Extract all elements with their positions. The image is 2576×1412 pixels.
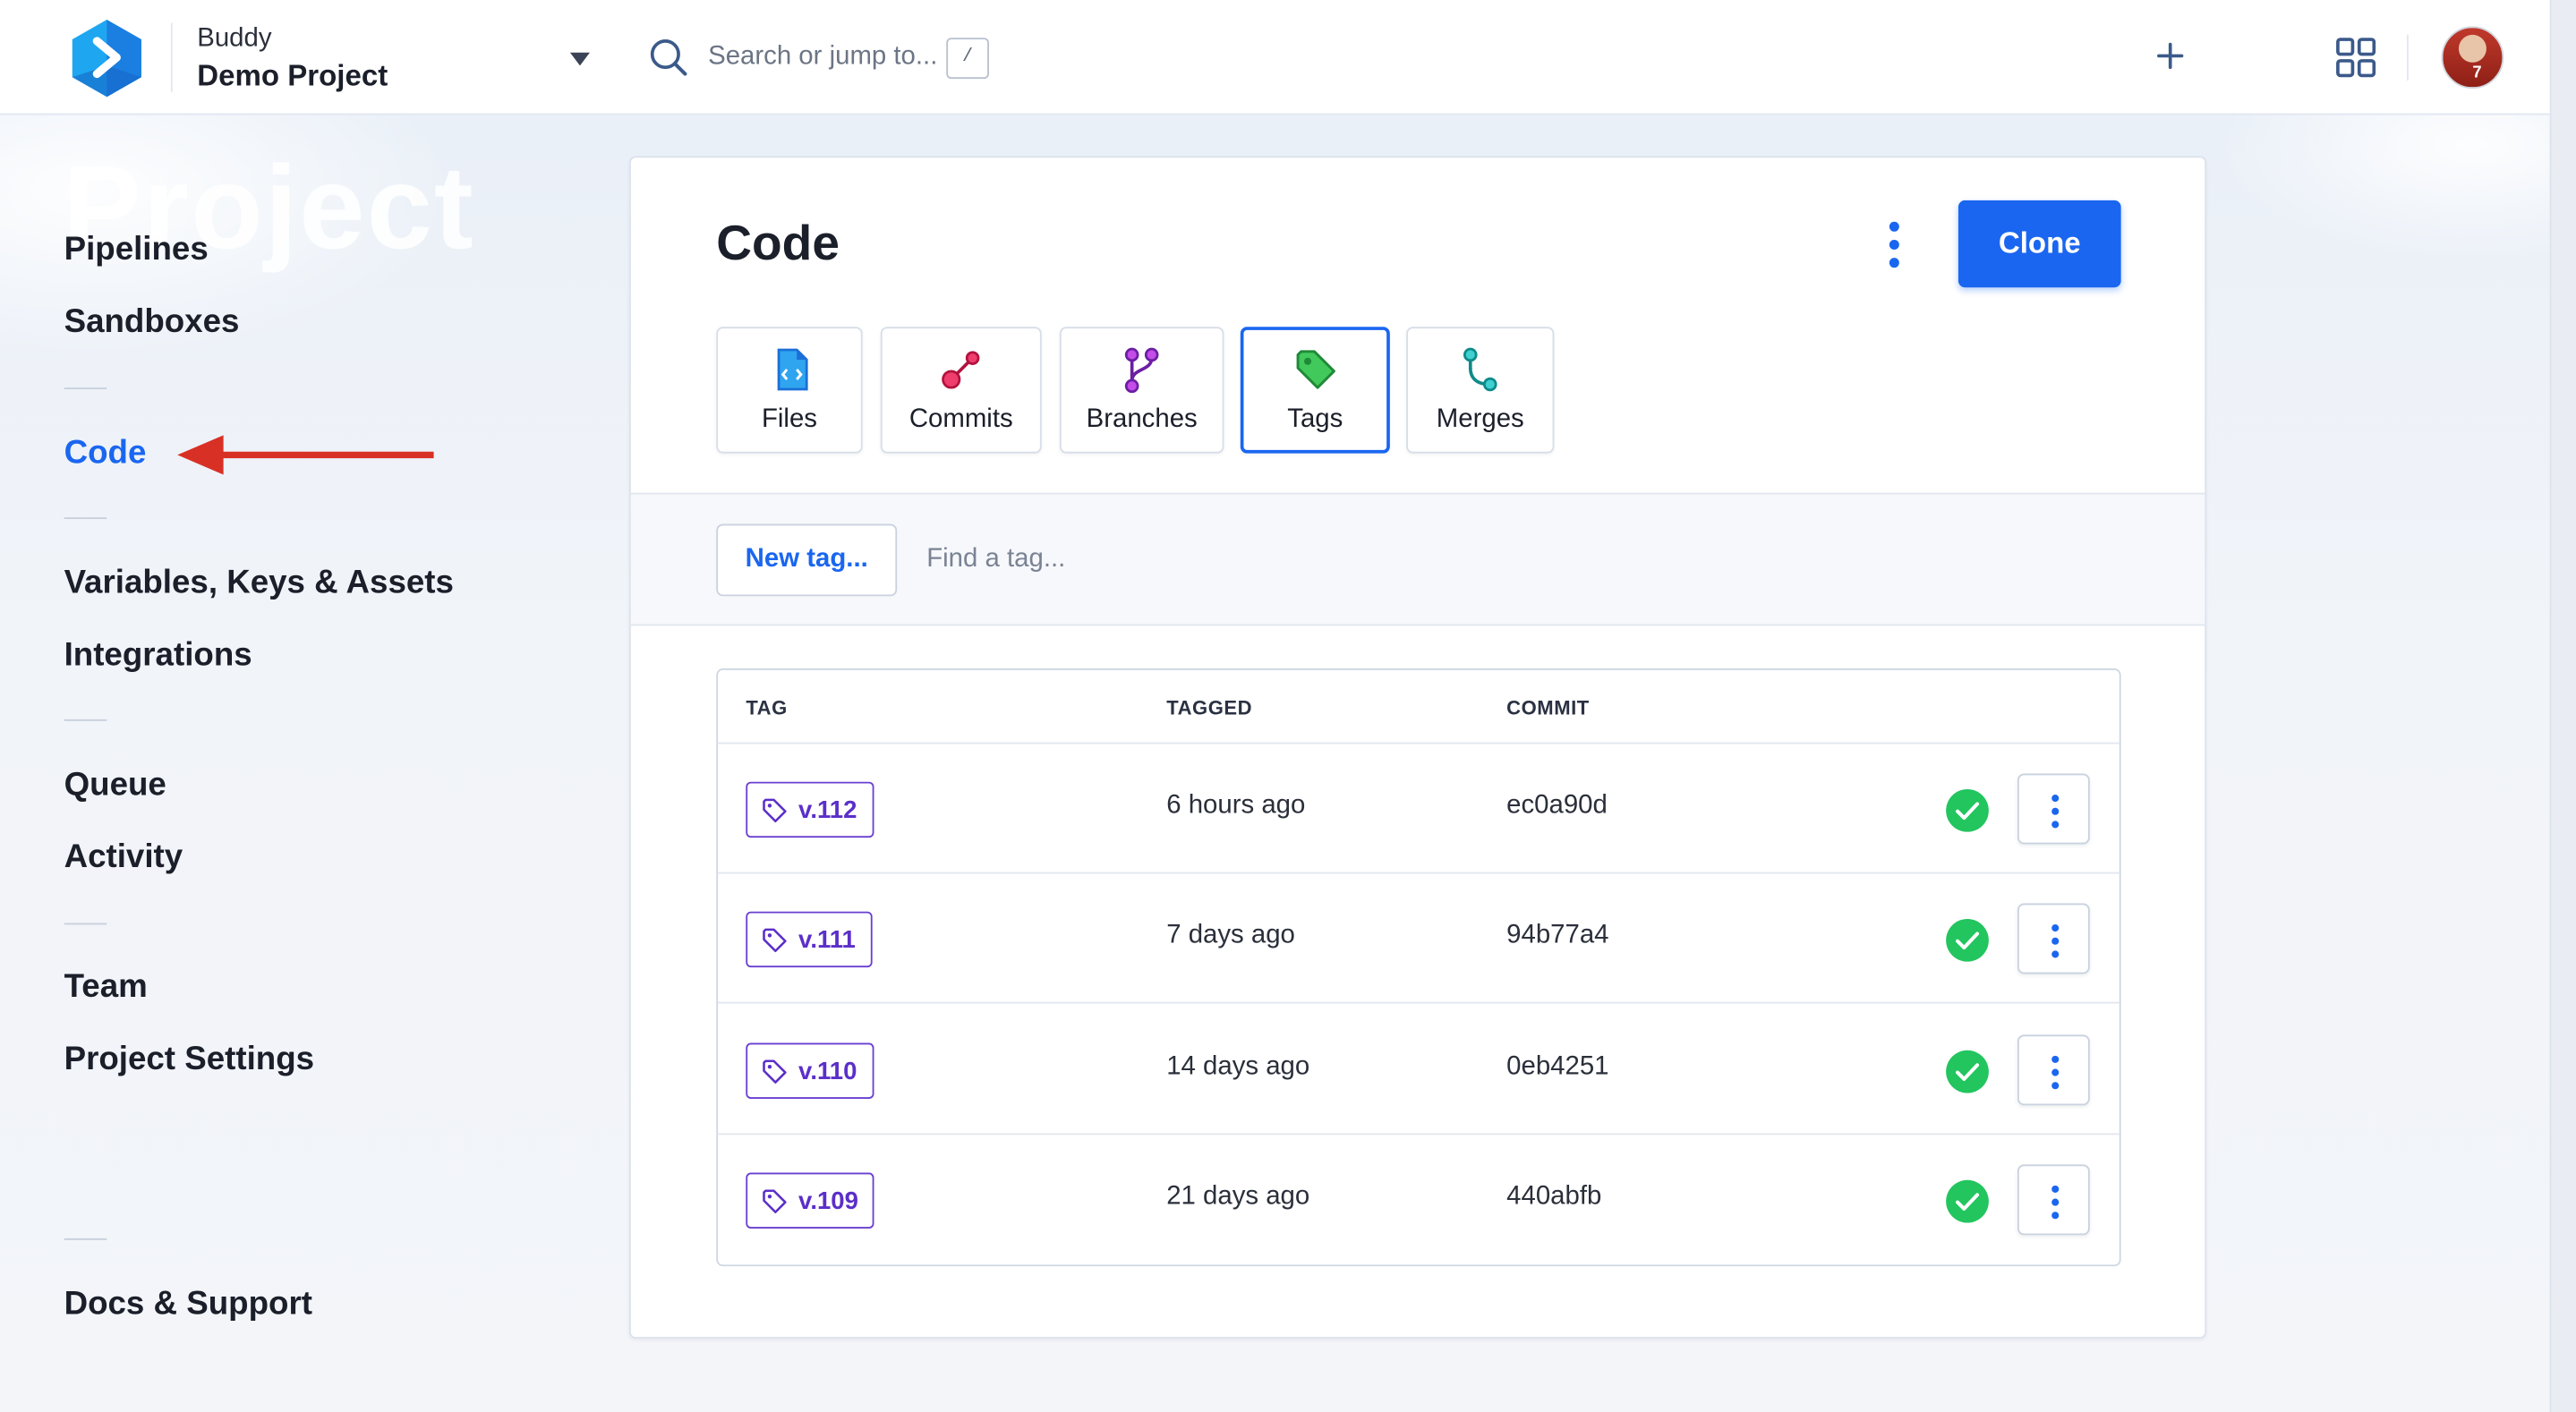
tab-label: Merges (1436, 405, 1524, 434)
success-check-icon (1946, 918, 1989, 962)
row-options-button[interactable] (2017, 903, 2090, 974)
sidebar-divider (64, 923, 107, 925)
tag-outline-icon (763, 1059, 787, 1083)
tab-label: Files (761, 405, 817, 434)
code-panel: Code Clone Files Commits Branches Tags M… (628, 156, 2207, 1339)
more-options-icon (2051, 924, 2060, 958)
table-row: v.111 7 days ago 94b77a4 (718, 873, 2120, 1004)
apps-grid-icon[interactable] (2334, 36, 2377, 79)
table-row: v.110 14 days ago 0eb4251 (718, 1005, 2120, 1136)
column-header-tag: TAG (746, 696, 788, 719)
table-header: TAG TAGGED COMMIT (718, 670, 2120, 744)
sidebar-item-pipelines[interactable]: Pipelines (64, 232, 209, 269)
divider (170, 22, 173, 92)
page-title: Code (716, 217, 840, 271)
tag-name: v.112 (798, 795, 857, 824)
tab-label: Tags (1287, 405, 1343, 434)
tag-badge[interactable]: v.112 (746, 781, 874, 838)
row-options-button[interactable] (2017, 773, 2090, 845)
app-root: Project Buddy Demo Project Search or jum… (0, 0, 2576, 1412)
sidebar-item-integrations[interactable]: Integrations (64, 637, 252, 675)
divider (2407, 34, 2409, 81)
sidebar-divider (64, 719, 107, 721)
caret-down-icon[interactable] (568, 51, 592, 67)
tag-name: v.109 (798, 1187, 858, 1215)
top-bar: Buddy Demo Project Search or jump to... … (0, 0, 2550, 115)
plus-icon[interactable] (2151, 36, 2190, 75)
buddy-logo-icon[interactable] (65, 16, 148, 98)
new-tag-button[interactable]: New tag... (716, 523, 898, 597)
table-row: v.112 6 hours ago ec0a90d (718, 744, 2120, 874)
tagged-time: 14 days ago (1166, 1052, 1310, 1081)
row-options-button[interactable] (2017, 1034, 2090, 1106)
sidebar-item-team[interactable]: Team (64, 969, 148, 1007)
sidebar-item-queue[interactable]: Queue (64, 767, 166, 804)
branch-icon (1124, 347, 1159, 394)
tab-branches[interactable]: Branches (1059, 327, 1224, 454)
success-check-icon (1946, 1179, 1989, 1223)
workspace-name[interactable]: Buddy (197, 25, 271, 55)
tag-name: v.110 (798, 1057, 857, 1085)
tab-label: Commits (908, 405, 1013, 434)
table-row: v.109 21 days ago 440abfb (718, 1135, 2120, 1264)
more-options-icon (2051, 795, 2060, 829)
success-check-icon (1946, 788, 1989, 832)
commit-hash[interactable]: 440abfb (1506, 1183, 1601, 1212)
tagged-time: 6 hours ago (1166, 791, 1306, 820)
tag-outline-icon (763, 927, 787, 952)
commit-icon (942, 351, 980, 389)
tab-label: Branches (1086, 405, 1198, 434)
window-scrollbar-track[interactable] (2549, 0, 2576, 1412)
success-check-icon (1946, 1050, 1989, 1093)
search-input[interactable]: Search or jump to... (708, 43, 937, 72)
commit-hash[interactable]: 0eb4251 (1506, 1053, 1608, 1083)
keyboard-shortcut-hint: / (946, 38, 989, 80)
row-options-button[interactable] (2017, 1164, 2090, 1236)
sidebar-item-code[interactable]: Code (64, 435, 147, 472)
sidebar-item-variables[interactable]: Variables, Keys & Assets (64, 565, 454, 602)
commit-hash[interactable]: ec0a90d (1506, 792, 1608, 821)
sidebar-divider (64, 1238, 107, 1240)
tab-files[interactable]: Files (716, 327, 863, 454)
sidebar-divider (64, 387, 107, 390)
avatar-jersey-number: 7 (2472, 64, 2482, 82)
find-tag-input[interactable] (909, 523, 1403, 597)
file-code-icon (776, 348, 807, 391)
tagged-time: 7 days ago (1166, 921, 1295, 949)
sidebar-divider (64, 517, 107, 520)
user-avatar[interactable]: 7 (2441, 26, 2504, 89)
commit-hash[interactable]: 94b77a4 (1506, 922, 1608, 951)
tag-badge[interactable]: v.109 (746, 1172, 875, 1229)
more-options-icon (2051, 1055, 2060, 1090)
tab-tags[interactable]: Tags (1240, 327, 1390, 454)
project-name[interactable]: Demo Project (197, 59, 388, 94)
column-header-commit: COMMIT (1506, 696, 1590, 719)
tag-name: v.111 (798, 925, 856, 954)
more-options-icon[interactable] (1878, 218, 1911, 271)
column-header-tagged: TAGGED (1166, 696, 1253, 719)
tag-icon (1295, 350, 1335, 389)
merge-icon (1463, 347, 1497, 392)
more-options-icon (2051, 1185, 2060, 1220)
tagged-time: 21 days ago (1166, 1182, 1310, 1211)
tag-outline-icon (763, 797, 787, 822)
annotation-arrow-icon (177, 435, 434, 475)
tag-badge[interactable]: v.110 (746, 1042, 874, 1099)
tab-merges[interactable]: Merges (1406, 327, 1555, 454)
tags-table: TAG TAGGED COMMIT v.112 6 hours ago ec0a… (716, 668, 2121, 1267)
tags-toolbar: New tag... (630, 492, 2205, 626)
sidebar-item-sandboxes[interactable]: Sandboxes (64, 304, 240, 342)
sidebar-item-activity[interactable]: Activity (64, 839, 183, 877)
search-icon[interactable] (649, 38, 688, 77)
sidebar-item-project-settings[interactable]: Project Settings (64, 1042, 314, 1079)
tab-commits[interactable]: Commits (880, 327, 1042, 454)
tag-outline-icon (763, 1188, 787, 1212)
clone-button[interactable]: Clone (1958, 200, 2121, 288)
sidebar-item-docs-support[interactable]: Docs & Support (64, 1286, 312, 1323)
tag-badge[interactable]: v.111 (746, 911, 873, 968)
